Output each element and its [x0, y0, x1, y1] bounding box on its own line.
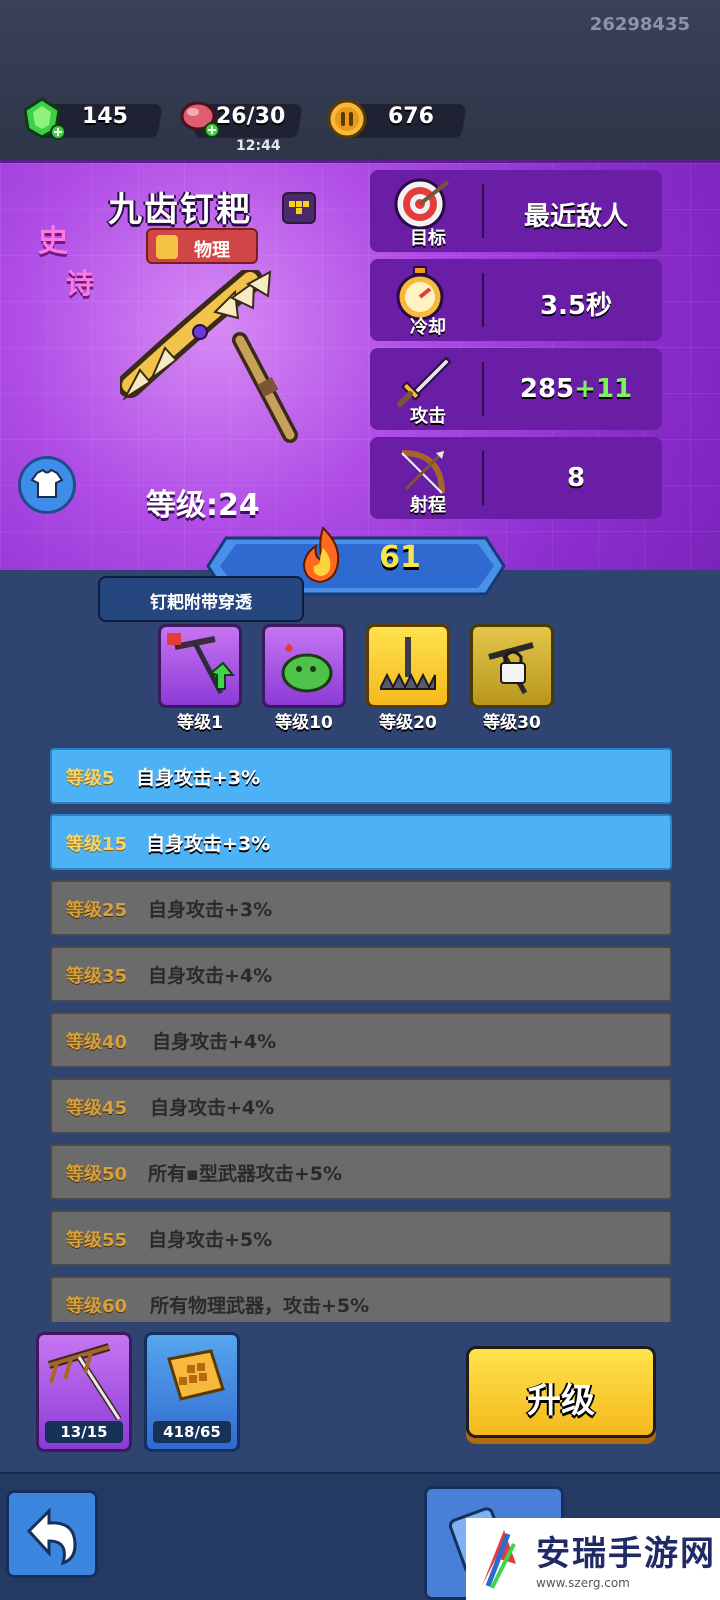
- skill-level-label: 等级20: [379, 713, 437, 733]
- level-bonus-row: 等级45 自身攻击+4%: [50, 1078, 672, 1134]
- row-level: 等级25: [66, 900, 128, 921]
- attack-value: 285: [519, 374, 575, 404]
- power-value: 61: [379, 540, 421, 575]
- row-desc: 自身攻击+3%: [136, 767, 261, 789]
- shirt-icon: [30, 468, 64, 498]
- damage-type-label: 物理: [194, 240, 230, 261]
- skill-slot-4[interactable]: [470, 624, 554, 708]
- level-bonus-row: 等级25 自身攻击+3%: [50, 880, 672, 936]
- attack-bonus: +11: [574, 374, 633, 404]
- locked-weapon-icon: [488, 642, 534, 695]
- row-desc: 自身攻击+4%: [148, 965, 273, 987]
- row-desc: 自身攻击+3%: [146, 833, 271, 855]
- stat-label: 冷却: [410, 317, 446, 338]
- weapon-level: 等级:24: [146, 488, 260, 523]
- material-card[interactable]: 418/65: [144, 1332, 240, 1452]
- row-level: 等级55: [66, 1230, 128, 1251]
- stat-separator: [482, 451, 484, 505]
- coin-count: 676: [388, 104, 434, 129]
- skill-slot-3[interactable]: [366, 624, 450, 708]
- watermark-banner: 安瑞手游网 www.szerg.com: [466, 1518, 720, 1600]
- level-bonus-row: 等级15 自身攻击+3%: [50, 814, 672, 870]
- skill-slot-1[interactable]: [158, 624, 242, 708]
- row-level: 等级50: [66, 1164, 128, 1185]
- blueprint-icon: [167, 1349, 225, 1401]
- watermark-title: 安瑞手游网: [536, 1534, 716, 1574]
- block-type-icon: [289, 201, 309, 214]
- physical-damage-icon: [156, 235, 178, 259]
- row-level: 等级60: [66, 1296, 128, 1317]
- slime-icon: [281, 644, 333, 693]
- stat-card-attack: 攻击 285+11: [370, 348, 662, 430]
- stat-separator: [482, 273, 484, 327]
- energy-timer: 12:44: [236, 138, 281, 154]
- row-desc: 自身攻击+5%: [148, 1229, 273, 1251]
- gem-icon: [23, 97, 64, 140]
- stat-card-target: 目标 最近敌人: [370, 170, 662, 252]
- row-desc: 自身攻击+4%: [152, 1031, 277, 1053]
- rake-pierce-icon: [167, 633, 236, 695]
- weapon-shard-card[interactable]: 13/15: [36, 1332, 132, 1452]
- coin-icon: [327, 99, 367, 139]
- row-desc: 自身攻击+4%: [150, 1097, 275, 1119]
- upgrade-label: 升级: [527, 1381, 595, 1421]
- row-desc: 自身攻击+3%: [148, 899, 273, 921]
- shard-count: 13/15: [45, 1421, 123, 1443]
- level-bonus-row: 等级50 所有▪型武器攻击+5%: [50, 1144, 672, 1200]
- stat-label: 目标: [410, 228, 446, 249]
- skill-level-label: 等级1: [177, 713, 223, 733]
- stat-card-cooldown: 冷却 3.5秒: [370, 259, 662, 341]
- row-level: 等级45: [66, 1098, 128, 1119]
- back-arrow-icon: [26, 1507, 77, 1566]
- back-button[interactable]: [6, 1490, 98, 1578]
- stat-label: 射程: [410, 495, 446, 516]
- level-bonus-row: 等级60 所有物理武器，攻击+5%: [50, 1276, 672, 1322]
- row-level: 等级5: [66, 768, 115, 789]
- level-bonus-row: 等级55 自身攻击+5%: [50, 1210, 672, 1266]
- site-logo-icon: [482, 1530, 516, 1589]
- skill-tooltip: 钉耙附带穿透: [98, 576, 304, 622]
- level-bonus-row: 等级5 自身攻击+3%: [50, 748, 672, 804]
- rake-weapon-icon: [120, 270, 298, 443]
- stat-value: 最近敌人: [523, 202, 628, 232]
- rarity-label-top: 史: [38, 224, 68, 259]
- stat-separator: [482, 362, 484, 416]
- weapon-type-badge[interactable]: [282, 192, 316, 224]
- watermark-url: www.szerg.com: [536, 1576, 630, 1590]
- row-level: 等级40: [66, 1032, 128, 1053]
- skill-slot-2[interactable]: [262, 624, 346, 708]
- skin-button[interactable]: [18, 456, 76, 514]
- energy-count: 26/30: [216, 104, 286, 129]
- stat-value: 3.5秒: [539, 291, 613, 321]
- level-bonus-row: 等级35 自身攻击+4%: [50, 946, 672, 1002]
- level-bonus-row: 等级40 自身攻击+4%: [50, 1012, 672, 1068]
- top-bar: 26298435 145 26/30 12:44 676: [0, 0, 720, 160]
- tooltip-text: 钉耙附带穿透: [150, 593, 252, 613]
- skill-level-label: 等级30: [483, 713, 541, 733]
- upgrade-button[interactable]: 升级: [466, 1346, 656, 1438]
- row-desc: 所有▪型武器攻击+5%: [148, 1163, 343, 1185]
- fire-icon: [302, 526, 340, 584]
- row-desc: 所有物理武器，攻击+5%: [150, 1295, 370, 1317]
- stat-value: 285+11: [490, 374, 662, 404]
- rake-weapon-icon: [47, 1343, 122, 1421]
- row-level: 等级15: [66, 834, 128, 855]
- skill-level-label: 等级10: [275, 713, 333, 733]
- row-level: 等级35: [66, 966, 128, 987]
- damage-type-tag: 物理: [146, 228, 258, 264]
- stat-value: 8: [566, 463, 586, 493]
- spike-trap-icon: [380, 637, 436, 690]
- material-count: 418/65: [153, 1421, 231, 1443]
- user-id: 26298435: [589, 14, 690, 35]
- gem-count: 145: [82, 104, 128, 129]
- stat-separator: [482, 184, 484, 238]
- stat-card-range: 射程 8: [370, 437, 662, 519]
- stat-label: 攻击: [410, 406, 446, 427]
- rarity-label-bottom: 诗: [66, 267, 95, 300]
- weapon-name: 九齿钉耙: [108, 190, 252, 230]
